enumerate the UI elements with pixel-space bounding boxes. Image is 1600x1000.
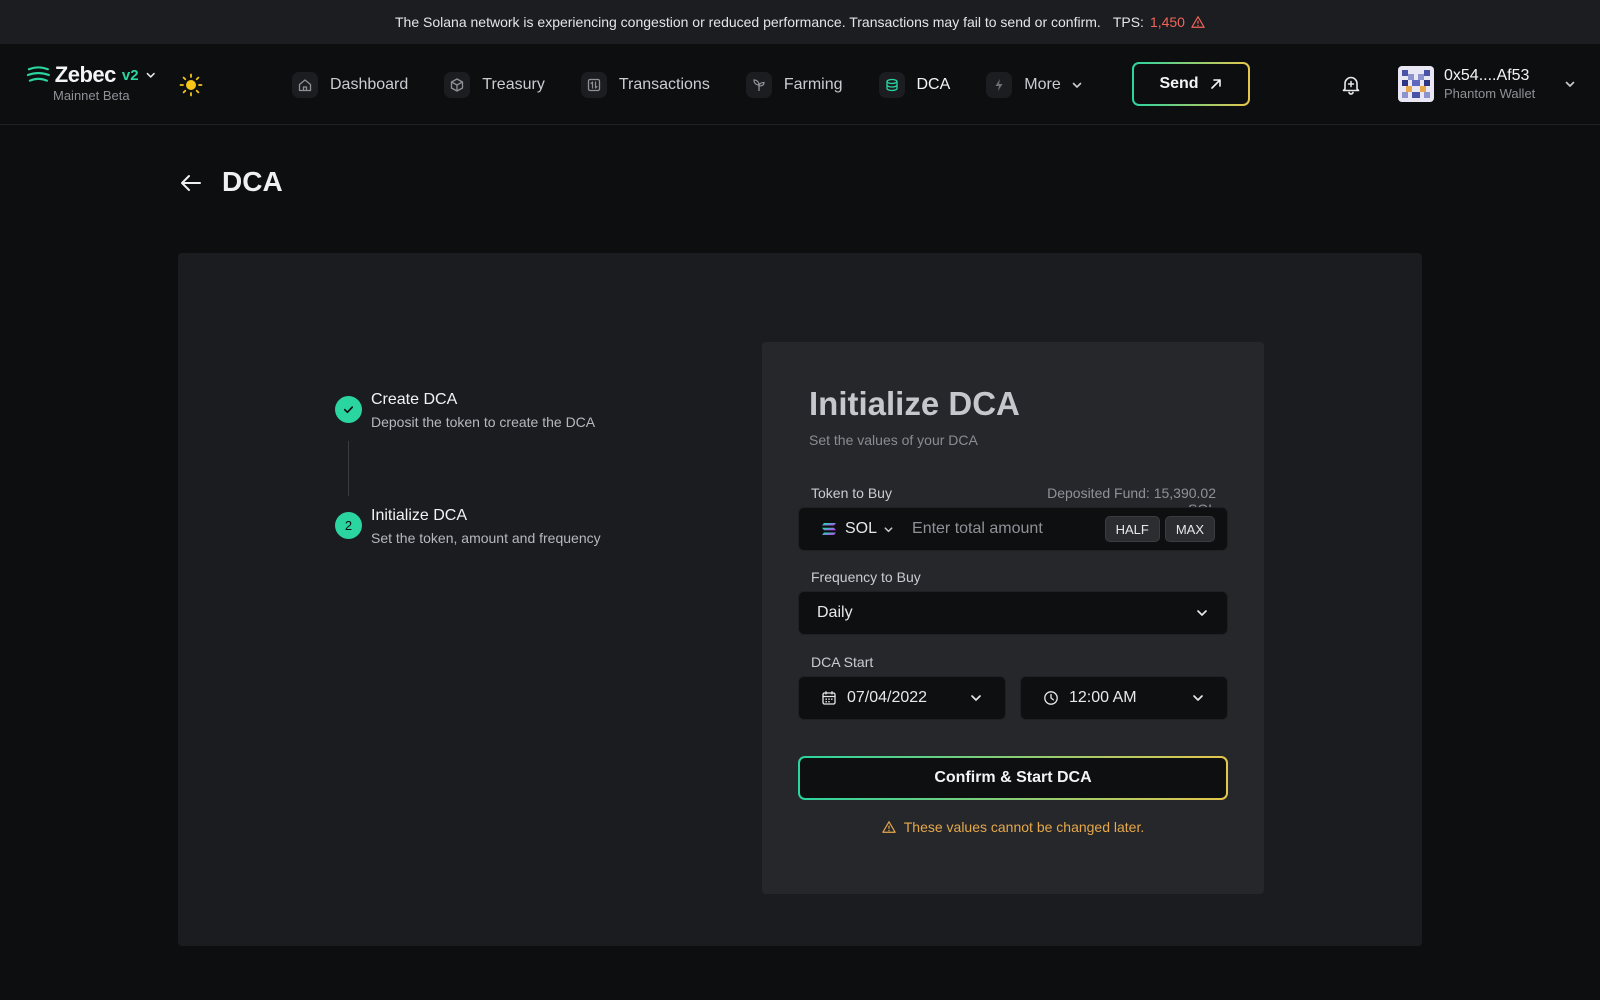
nav-item-transactions[interactable]: Transactions: [580, 72, 710, 98]
page-title: DCA: [222, 166, 283, 197]
wallet-name: Phantom Wallet: [1444, 85, 1536, 101]
arrow-up-right-icon: [1210, 79, 1221, 89]
nav-label-dca: DCA: [916, 76, 951, 93]
step-subtitle: Set the token, amount and frequency: [371, 530, 601, 546]
transfer-icon: [580, 72, 607, 98]
lightning-icon: [986, 72, 1013, 98]
brand-switcher[interactable]: Zebec v2 Mainnet Beta: [26, 62, 156, 108]
top-header: Zebec v2 Mainnet Beta Dashboard Treasury: [0, 44, 1600, 125]
form-title: Initialize DCA: [809, 385, 1020, 422]
max-button[interactable]: MAX: [1164, 516, 1215, 542]
step-create-dca: Create DCA Deposit the token to create t…: [335, 390, 595, 432]
step-number: 2: [335, 512, 362, 539]
main-nav: Dashboard Treasury Transactions Farming …: [292, 64, 1119, 106]
sprout-icon: [745, 72, 772, 98]
back-arrow-icon[interactable]: [178, 170, 204, 196]
tps-label: TPS:: [1112, 14, 1144, 30]
start-time-select[interactable]: 12:00 AM: [1020, 676, 1228, 720]
solana-logo-icon: [822, 523, 836, 535]
coins-stack-icon: [878, 72, 905, 98]
chevron-down-icon: [884, 526, 893, 532]
check-icon: [335, 396, 362, 423]
nav-item-more[interactable]: More: [986, 72, 1082, 98]
frequency-select[interactable]: Daily: [798, 591, 1228, 635]
cube-icon: [444, 72, 471, 98]
step-initialize-dca: 2 Initialize DCA Set the token, amount a…: [335, 506, 601, 548]
nav-item-farming[interactable]: Farming: [745, 72, 843, 98]
brand-version: v2: [121, 66, 139, 84]
form-subtitle: Set the values of your DCA: [809, 432, 978, 448]
chevron-down-icon: [1197, 610, 1207, 616]
nav-label-dashboard: Dashboard: [330, 76, 409, 93]
wallet-address: 0x54....Af53: [1444, 66, 1530, 84]
step-subtitle: Deposit the token to create the DCA: [371, 414, 596, 430]
send-label: Send: [1159, 75, 1199, 92]
nav-item-treasury[interactable]: Treasury: [444, 72, 545, 98]
banner-message: The Solana network is experiencing conge…: [395, 14, 1101, 30]
home-icon: [292, 72, 318, 98]
frequency-label: Frequency to Buy: [811, 569, 921, 585]
send-button[interactable]: Send: [1132, 62, 1250, 106]
chevron-down-icon: [1072, 82, 1082, 88]
token-select[interactable]: SOL: [821, 520, 894, 538]
start-time-value: 12:00 AM: [1069, 689, 1137, 706]
avatar: [1398, 66, 1434, 102]
dca-start-label: DCA Start: [811, 654, 874, 670]
zebec-logo-icon: [26, 66, 50, 82]
sun-icon[interactable]: [178, 72, 204, 98]
nav-label-transactions: Transactions: [618, 76, 710, 93]
warning-text: These values cannot be changed later.: [903, 819, 1145, 835]
step-title: Initialize DCA: [371, 507, 468, 524]
bell-plus-icon[interactable]: [1338, 72, 1364, 98]
network-banner: The Solana network is experiencing conge…: [0, 0, 1600, 44]
calendar-icon: [822, 691, 836, 705]
brand-name: Zebec: [54, 62, 117, 87]
amount-input[interactable]: [912, 520, 1105, 538]
irreversible-warning: These values cannot be changed later.: [798, 816, 1228, 838]
confirm-label: Confirm & Start DCA: [800, 758, 1226, 798]
wallet-menu[interactable]: 0x54....Af53 Phantom Wallet: [1398, 64, 1578, 104]
start-date-select[interactable]: 07/04/2022: [798, 676, 1006, 720]
confirm-start-dca-button[interactable]: Confirm & Start DCA: [798, 756, 1228, 800]
clock-icon: [1044, 691, 1058, 705]
nav-item-dashboard[interactable]: Dashboard: [292, 72, 408, 98]
warning-triangle-icon: [881, 821, 896, 833]
token-amount-field: SOL HALF MAX: [798, 507, 1228, 551]
warning-triangle-icon: [1191, 15, 1205, 29]
nav-label-more: More: [1024, 76, 1061, 93]
token-name: SOL: [845, 520, 878, 537]
step-title: Create DCA: [371, 391, 458, 408]
step-connector: [348, 441, 349, 496]
start-date-value: 07/04/2022: [847, 689, 928, 706]
frequency-value: Daily: [817, 604, 853, 621]
token-label: Token to Buy: [811, 485, 892, 501]
chevron-down-icon: [971, 695, 981, 701]
network-name: Mainnet Beta: [53, 88, 130, 103]
nav-item-dca[interactable]: DCA: [878, 72, 951, 98]
nav-label-farming: Farming: [783, 76, 843, 93]
tps-value: 1,450: [1149, 14, 1185, 30]
chevron-down-icon: [146, 72, 155, 78]
half-button[interactable]: HALF: [1104, 516, 1160, 542]
nav-label-treasury: Treasury: [482, 76, 545, 93]
chevron-down-icon: [1193, 695, 1203, 701]
chevron-down-icon: [1565, 81, 1575, 87]
